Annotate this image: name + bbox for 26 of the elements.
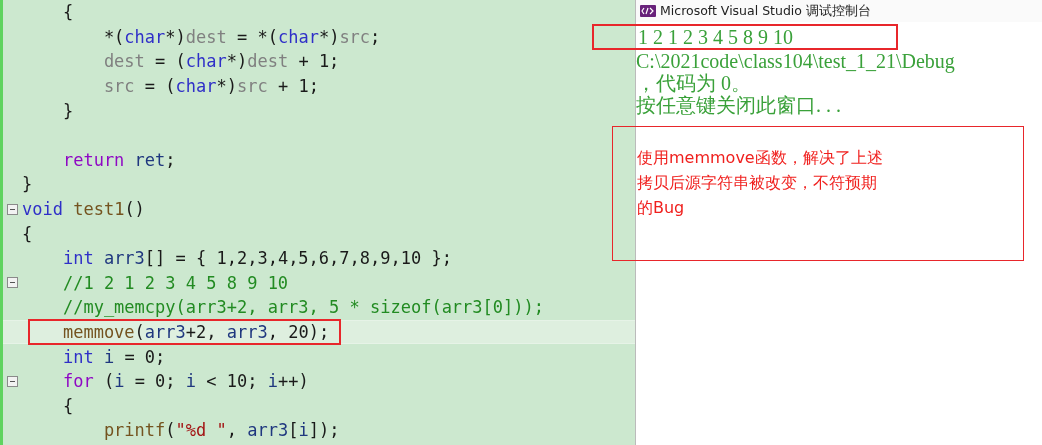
console-output-line: C:\2021code\class104\test_1_21\Debug [636, 50, 956, 72]
code-line: { [61, 1, 74, 24]
code-line: dest = (char*)dest + 1; [102, 50, 340, 73]
code-line: *(char*)dest = *(char*)src; [102, 25, 381, 48]
code-line: int arr3[] = { 1,2,3,4,5,6,7,8,9,10 }; [61, 247, 452, 270]
code-line: { [61, 394, 74, 417]
window-title: Microsoft Visual Studio 调试控制台 [660, 2, 871, 20]
collapse-icon[interactable] [7, 277, 18, 289]
collapse-icon[interactable] [7, 375, 18, 387]
code-line: //my_memcpy(arr3+2, arr3, 5 * sizeof(arr3[0])); [61, 296, 544, 319]
console-app-icon [640, 5, 656, 17]
code-line: memmove(arr3+2, arr3, 20); [30, 321, 340, 343]
console-output-line: 按任意键关闭此窗口. . . [636, 94, 842, 116]
collapse-icon[interactable] [7, 203, 18, 215]
annotation-text: 使用memmove函数，解决了上述 拷贝后源字符串被改变，不符预期 的Bug [637, 147, 884, 219]
code-line: } [61, 99, 74, 122]
code-line: void test1() [22, 198, 145, 221]
code-line: printf("%d ", arr3[i]); [102, 419, 340, 442]
code-line: src = (char*)src + 1; [102, 75, 319, 98]
code-line: return ret; [61, 148, 176, 171]
code-line: //1 2 1 2 3 4 5 8 9 10 [61, 271, 289, 294]
code-line: for (i = 0; i < 10; i++) [61, 370, 309, 393]
console-output-line: ，代码为 0。 [636, 72, 751, 94]
code-line: int i = 0; [61, 345, 166, 368]
code-line: { [22, 222, 33, 245]
code-line: } [22, 173, 33, 196]
